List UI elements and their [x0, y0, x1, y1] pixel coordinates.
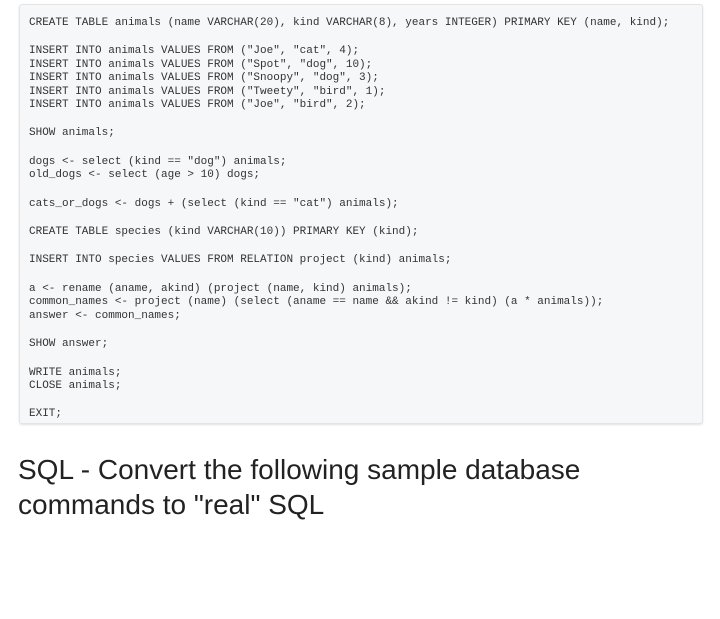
code-line: CREATE TABLE species (kind VARCHAR(10)) …	[29, 226, 419, 239]
code-line: common_names <- project (name) (select (…	[29, 296, 604, 309]
code-paragraph: cats_or_dogs <- dogs + (select (kind == …	[29, 198, 702, 211]
code-line: INSERT INTO animals VALUES FROM ("Joe", …	[29, 45, 360, 58]
code-paragraph: INSERT INTO animals VALUES FROM ("Joe", …	[29, 45, 702, 112]
code-line: answer <- common_names;	[29, 309, 181, 322]
question-title: SQL - Convert the following sample datab…	[18, 454, 581, 520]
code-paragraph: EXIT;	[29, 408, 702, 421]
code-line: SHOW answer;	[29, 338, 109, 351]
code-paragraph: SHOW answer;	[29, 338, 702, 351]
code-line: INSERT INTO species VALUES FROM RELATION…	[29, 254, 452, 267]
code-line: WRITE animals;	[29, 366, 122, 379]
code-paragraph: a <- rename (aname, akind) (project (nam…	[29, 283, 702, 323]
code-paragraph: INSERT INTO species VALUES FROM RELATION…	[29, 254, 702, 267]
code-line: a <- rename (aname, akind) (project (nam…	[29, 282, 412, 295]
code-line: dogs <- select (kind == "dog") animals;	[29, 155, 287, 168]
code-paragraph: SHOW animals;	[29, 127, 702, 140]
code-block: CREATE TABLE animals (name VARCHAR(20), …	[19, 4, 703, 424]
code-paragraph: CREATE TABLE species (kind VARCHAR(10)) …	[29, 226, 702, 239]
code-paragraph: dogs <- select (kind == "dog") animals; o…	[29, 156, 702, 183]
code-line: INSERT INTO animals VALUES FROM ("Joe", …	[29, 99, 366, 112]
code-line: EXIT;	[29, 408, 63, 421]
code-line: INSERT INTO animals VALUES FROM ("Spot",…	[29, 58, 373, 71]
code-line: SHOW animals;	[29, 127, 115, 140]
code-line: INSERT INTO animals VALUES FROM ("Snoopy…	[29, 72, 379, 85]
code-paragraph: CREATE TABLE animals (name VARCHAR(20), …	[29, 17, 702, 30]
code-line: CREATE TABLE animals (name VARCHAR(20), …	[29, 17, 670, 29]
code-line: CLOSE animals;	[29, 379, 122, 392]
code-line: cats_or_dogs <- dogs + (select (kind == …	[29, 197, 399, 210]
code-line: old_dogs <- select (age > 10) dogs;	[29, 169, 261, 182]
code-paragraph: WRITE animals; CLOSE animals;	[29, 367, 702, 394]
code-line: INSERT INTO animals VALUES FROM ("Tweety…	[29, 85, 386, 98]
